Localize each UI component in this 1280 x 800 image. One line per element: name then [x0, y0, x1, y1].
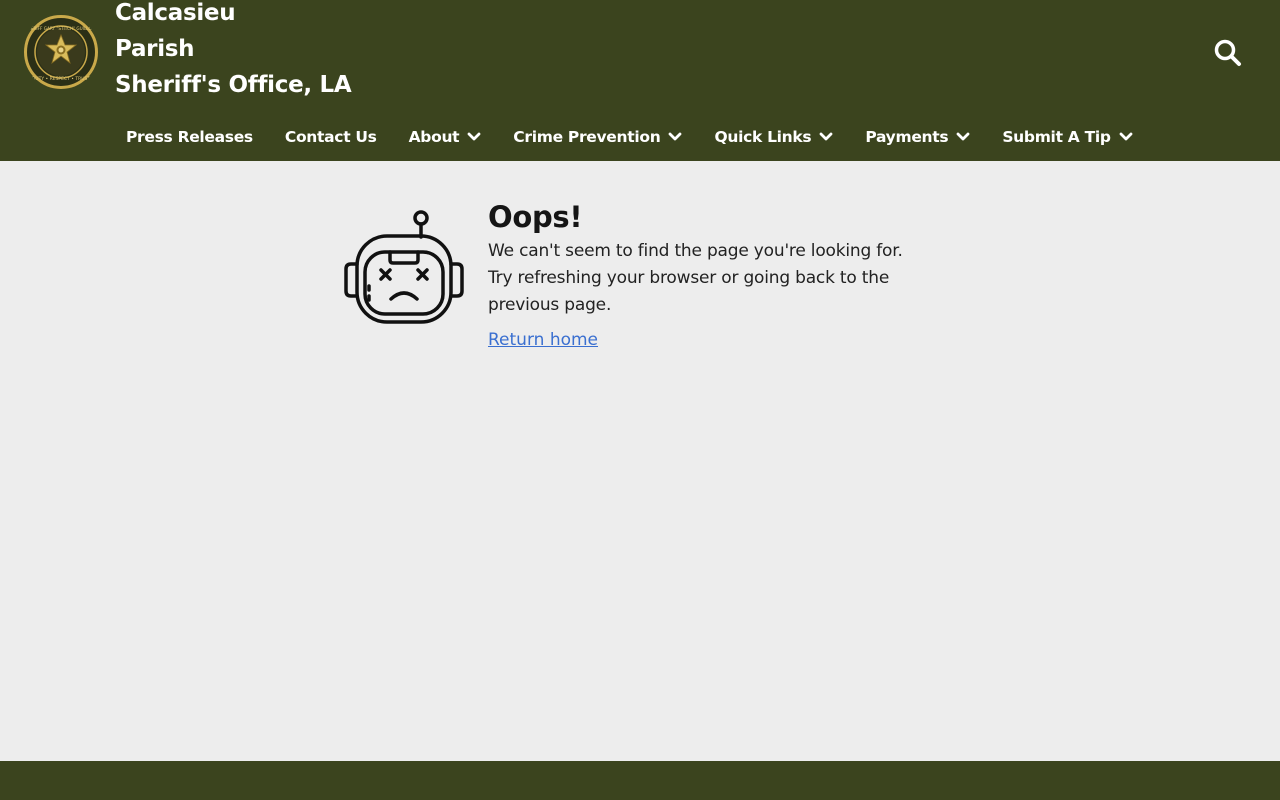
site-title-line-1: Calcasieu	[115, 0, 236, 26]
nav-item-press-releases[interactable]: Press Releases	[110, 121, 269, 153]
chevron-down-icon	[956, 132, 970, 141]
main-nav: Press Releases Contact Us About Crime Pr…	[110, 121, 1149, 153]
seal-bottom-text: DUTY • RESPECT • TRUST	[32, 76, 91, 82]
error-text: Oops! We can't seem to find the page you…	[488, 198, 958, 353]
nav-item-about[interactable]: About	[393, 121, 498, 153]
nav-item-label: Crime Prevention	[513, 128, 661, 146]
seal-top-text: SHERIFF GARY "STITCH" GUILLORY	[25, 26, 97, 31]
search-icon	[1214, 39, 1241, 66]
site-title[interactable]: Calcasieu Parish Sheriff's Office, LA	[115, 0, 352, 103]
nav-item-crime-prevention[interactable]: Crime Prevention	[497, 121, 698, 153]
error-message: We can't seem to find the page you're lo…	[488, 238, 958, 319]
nav-item-label: Quick Links	[714, 128, 812, 146]
nav-item-quick-links[interactable]: Quick Links	[698, 121, 849, 153]
nav-item-payments[interactable]: Payments	[849, 121, 986, 153]
nav-item-label: Press Releases	[126, 128, 253, 146]
error-message-line-2: Try refreshing your browser or going bac…	[488, 268, 890, 288]
site-header: SHERIFF GARY "STITCH" GUILLORY DUTY • RE…	[0, 0, 1280, 161]
nav-item-label: About	[408, 128, 460, 146]
site-title-line-3: Sheriff's Office, LA	[115, 72, 352, 98]
sad-robot-icon	[344, 210, 464, 324]
error-message-line-3: previous page.	[488, 295, 612, 315]
nav-item-label: Contact Us	[284, 128, 377, 146]
nav-item-submit-a-tip[interactable]: Submit A Tip	[986, 121, 1148, 153]
nav-item-label: Submit A Tip	[1002, 128, 1111, 146]
chevron-down-icon	[669, 132, 682, 141]
return-home-link[interactable]: Return home	[488, 327, 598, 353]
chevron-down-icon	[1119, 132, 1133, 141]
chevron-down-icon	[467, 132, 481, 141]
chevron-down-icon	[819, 132, 833, 141]
nav-item-label: Payments	[865, 128, 949, 146]
search-button[interactable]	[1212, 37, 1244, 69]
site-title-line-2: Parish	[115, 36, 195, 62]
nav-item-contact-us[interactable]: Contact Us	[269, 121, 393, 153]
site-footer	[0, 761, 1280, 800]
sheriff-seal-logo[interactable]: SHERIFF GARY "STITCH" GUILLORY DUTY • RE…	[23, 14, 99, 90]
error-message-line-1: We can't seem to find the page you're lo…	[488, 241, 903, 261]
error-title: Oops!	[488, 200, 583, 234]
